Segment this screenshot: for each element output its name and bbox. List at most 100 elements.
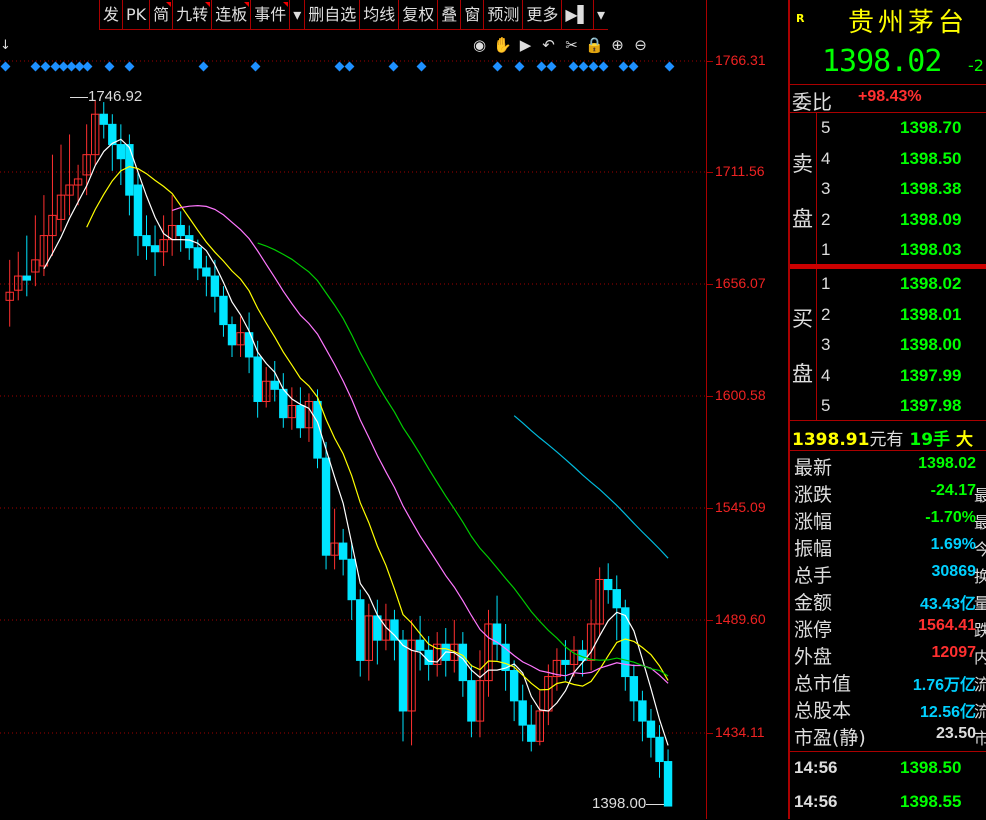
candle [176,211,185,252]
candle [159,215,168,266]
kline-chart[interactable]: 发 PK 简九转 连板 事件 ▾ 删自选 均线 复权叠窗预测 更多 ▶▌ ▾ ◉ ✋ ▶ ↶ ✂ 🔒 ⊕ ⊖ 174… [0,0,706,819]
candle [31,215,40,287]
zoom-in-icon[interactable]: ⊕ [608,36,627,55]
order-row: 3 1398.00 [821,335,962,354]
candlestick-plot[interactable] [0,0,706,819]
axis-label: 1600.58 [715,387,766,403]
candle [142,215,151,260]
stat-row: 最新 1398.02 [794,455,976,479]
candle [219,286,228,337]
buy-label-top: 买 [792,307,813,331]
candle [638,690,647,742]
candle [321,441,331,570]
candle [99,102,108,139]
candle [433,632,442,677]
order-row: 2 1398.01 [821,304,962,324]
candle [287,387,297,430]
eye-icon[interactable]: ◉ [470,36,489,55]
toolbar-item-15[interactable]: ▾ [592,0,608,29]
ticker-line: 1398.91元有 19手 大 [792,430,973,450]
top-left-marker: ↓ [0,38,11,53]
toolbar-item-12[interactable]: 预测 [483,0,522,29]
toolbar-item-8[interactable]: 均线 [359,0,398,29]
candle [262,367,271,408]
candle [621,599,630,691]
toolbar-item-1[interactable]: PK [122,0,149,29]
toolbar-item-6[interactable]: ▾ [289,0,304,29]
scissors-icon[interactable]: ✂ [562,36,581,55]
candle [484,609,493,697]
price-axis: 1766.31 1711.56 1656.07 1600.58 1545.09 1489.… [706,0,789,819]
candle [629,664,639,722]
high-price-label: 1746.92 [70,88,142,105]
candle [364,603,374,681]
hand-icon[interactable]: ✋ [493,36,512,55]
candle [415,615,425,671]
stat-row: 涨幅 -1.70% 最 [794,509,986,533]
last-price: 1398.02 [822,44,942,79]
lock-icon[interactable]: 🔒 [585,36,604,55]
order-row: 2 1398.09 [821,209,962,229]
candle [244,312,254,374]
candle [356,589,365,677]
stat-row: 外盘 12097 内 [794,644,986,668]
ratio-label: 委比 [792,90,832,114]
candle [475,650,485,738]
candle [501,623,510,691]
toolbar-item-3[interactable]: 九转 [172,0,211,29]
ma20-line [172,204,669,684]
candle [569,636,579,677]
quote-panel: R 贵州茅台 1398.02 -2 委比 +98.43% 5 1398.70 4 13… [788,0,986,819]
candle [48,154,57,256]
ma30-line [257,242,669,677]
stat-row: 市盈(静) 23.50 市 [794,725,986,749]
play-icon[interactable]: ▶ [516,36,535,55]
market-badge: R [796,12,805,25]
candle [56,144,66,232]
sell-label-top: 卖 [792,152,813,176]
candle [458,632,468,697]
order-row: 4 1397.99 [821,365,962,385]
candle [604,563,613,604]
toolbar-item-2[interactable]: 简 [149,0,172,29]
axis-label: 1656.07 [715,275,766,291]
axis-label: 1489.60 [715,611,766,627]
stat-row: 振幅 1.69% 今 [794,536,986,560]
candle [227,316,237,357]
stock-name[interactable]: 贵州茅台 [848,2,968,39]
candle [492,595,502,661]
candle [527,704,536,752]
buy-label-bottom: 盘 [792,362,813,386]
undo-icon[interactable]: ↶ [539,36,558,55]
candle [22,235,32,297]
axis-label: 1434.11 [715,724,765,740]
stat-row: 涨停 1564.41 跌 [794,617,986,641]
candle [14,251,23,301]
toolbar-item-5[interactable]: 事件 [250,0,289,29]
candle [296,387,305,438]
zoom-out-icon[interactable]: ⊖ [631,36,650,55]
candle [91,100,100,165]
candle [65,134,74,216]
stat-row: 金额 43.43亿量 [794,592,986,614]
candle [535,690,544,746]
toolbar-item-7[interactable]: 删自选 [304,0,359,29]
book-divider [790,264,986,269]
toolbar-item-14[interactable]: ▶▌ [561,0,593,29]
toolbar-item-11[interactable]: 窗 [460,0,483,29]
stat-row: 总市值 1.76万亿流 [794,673,986,695]
toolbar-item-4[interactable]: 连板 [211,0,250,29]
ma60-line [513,415,669,559]
candle [185,225,194,260]
order-row: 5 1397.98 [821,396,962,415]
tick-row: 14:56 1398.55 [794,792,962,811]
toolbar-item-9[interactable]: 复权 [398,0,437,29]
candle [210,259,220,313]
order-row: 4 1398.50 [821,148,962,168]
change-value: -2 [968,56,984,75]
candle [338,528,348,576]
candle [5,259,14,327]
toolbar-item-13[interactable]: 更多 [522,0,561,29]
toolbar-item-10[interactable]: 叠 [437,0,460,29]
toolbar-item-0[interactable]: 发 [99,0,122,29]
